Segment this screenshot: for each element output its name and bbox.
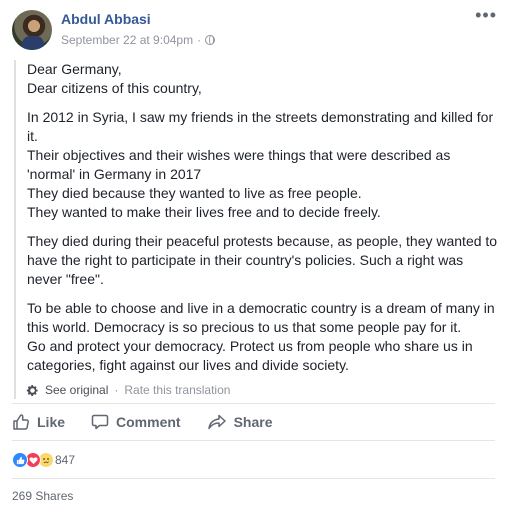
reaction-icons bbox=[12, 452, 54, 468]
post-line: it. bbox=[27, 128, 38, 144]
see-original-link[interactable]: See original bbox=[45, 381, 108, 400]
shares-count-link[interactable]: 269 Shares bbox=[12, 489, 73, 503]
reaction-count: 847 bbox=[55, 453, 76, 467]
post-line: Dear citizens of this country, bbox=[27, 80, 202, 96]
avatar-figure bbox=[22, 36, 44, 50]
action-bar: Like Comment Share bbox=[12, 410, 299, 434]
post-line: categories, fight against our lives and … bbox=[27, 357, 349, 373]
post-paragraph: Dear Germany, Dear citizens of this coun… bbox=[27, 60, 500, 98]
post-line: They wanted to make their lives free and… bbox=[27, 204, 381, 220]
comment-icon bbox=[91, 414, 109, 430]
meta-separator: · bbox=[197, 33, 202, 47]
more-options-button[interactable]: ••• bbox=[475, 6, 497, 24]
share-button[interactable]: Share bbox=[207, 413, 273, 431]
reactions-summary[interactable]: 847 bbox=[12, 452, 75, 468]
comment-button[interactable]: Comment bbox=[91, 413, 181, 431]
post-line: Dear Germany, bbox=[27, 61, 122, 77]
like-reaction-icon bbox=[12, 452, 28, 468]
translation-bar: See original · Rate this translation bbox=[26, 381, 500, 399]
post-line: Go and protect your democracy. Protect u… bbox=[27, 338, 473, 354]
share-label: Share bbox=[233, 414, 273, 430]
like-button[interactable]: Like bbox=[12, 413, 65, 431]
post-line: this world. Democracy is so precious to … bbox=[27, 319, 462, 335]
like-label: Like bbox=[37, 414, 66, 430]
post-body: Dear Germany, Dear citizens of this coun… bbox=[14, 60, 500, 399]
post-line: To be able to choose and live in a democ… bbox=[27, 300, 495, 316]
post-meta: September 22 at 9:04pm · bbox=[61, 33, 216, 47]
post-line: never "free". bbox=[27, 271, 104, 287]
post-paragraph: To be able to choose and live in a democ… bbox=[27, 299, 500, 375]
avatar[interactable] bbox=[12, 10, 52, 50]
post-line: 'normal' in Germany in 2017 bbox=[27, 166, 202, 182]
thumbs-up-icon bbox=[13, 414, 29, 430]
rate-translation-link[interactable]: Rate this translation bbox=[124, 381, 230, 400]
post-line: They died during their peaceful protests… bbox=[27, 233, 498, 249]
share-arrow-icon bbox=[207, 414, 226, 430]
globe-icon[interactable] bbox=[205, 35, 216, 45]
author-name-link[interactable]: Abdul Abbasi bbox=[61, 11, 151, 27]
divider bbox=[12, 478, 495, 479]
post-timestamp-link[interactable]: September 22 at 9:04pm bbox=[61, 33, 193, 47]
post-line: Their objectives and their wishes were t… bbox=[27, 147, 451, 163]
post-paragraph: They died during their peaceful protests… bbox=[27, 232, 500, 289]
facebook-post-card: Abdul Abbasi September 22 at 9:04pm · ••… bbox=[0, 0, 507, 509]
post-line: They died because they wanted to live as… bbox=[27, 185, 362, 201]
gear-icon[interactable] bbox=[26, 384, 39, 397]
divider bbox=[12, 440, 495, 441]
post-line: In 2012 in Syria, I saw my friends in th… bbox=[27, 109, 494, 125]
comment-label: Comment bbox=[116, 414, 181, 430]
post-line: have the right to participate in their c… bbox=[27, 252, 464, 268]
translation-separator: · bbox=[114, 382, 119, 397]
divider bbox=[12, 403, 495, 404]
post-paragraph: In 2012 in Syria, I saw my friends in th… bbox=[27, 108, 500, 222]
